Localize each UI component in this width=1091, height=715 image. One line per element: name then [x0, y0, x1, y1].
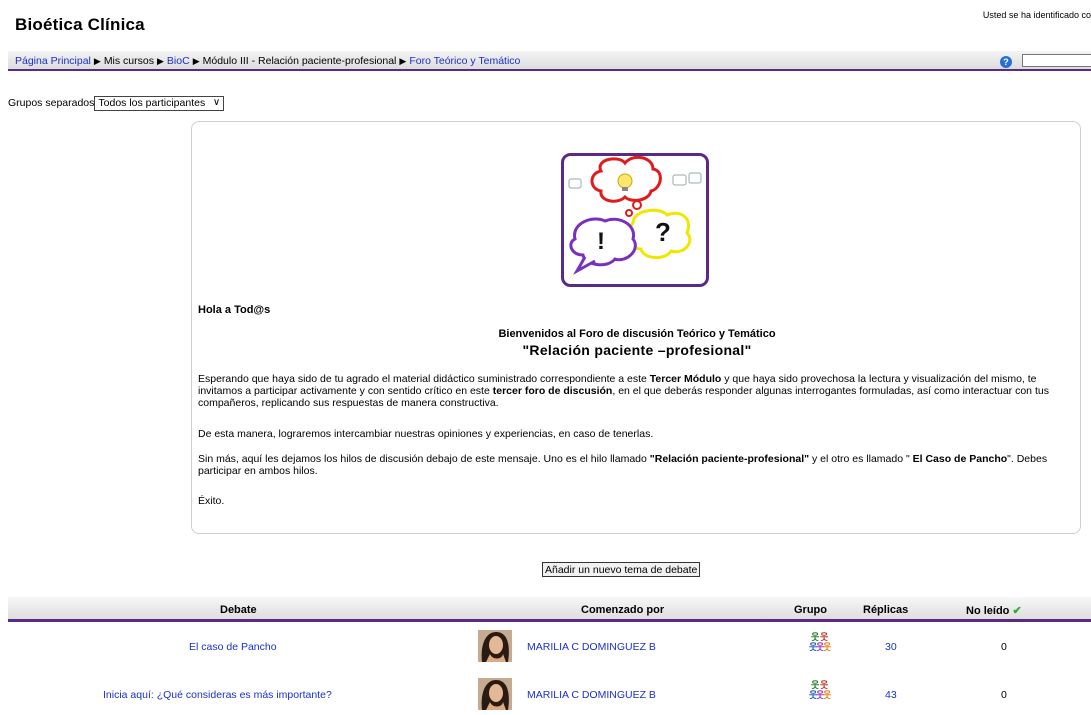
login-info: Usted se ha identificado co	[982, 10, 1091, 20]
svg-text:웃: 웃	[811, 631, 819, 642]
discussion-table-header: Debate Comenzado por Grupo Réplicas No l…	[8, 597, 1091, 622]
topic-title: "Relación paciente –profesional"	[522, 342, 752, 358]
search-input[interactable]	[1022, 54, 1091, 67]
groups-select[interactable]: Todos los participantes ∨	[94, 96, 225, 111]
svg-text:?: ?	[655, 217, 671, 247]
text-bold: "Relación paciente-profesional"	[649, 453, 810, 465]
text-span: Esperando que haya sido de tu agrado el …	[198, 373, 650, 385]
text-span: y el otro es llamado "	[809, 453, 913, 465]
breadcrumb-separator-icon: ▶	[399, 56, 407, 66]
svg-text:웃: 웃	[811, 679, 819, 690]
author-link[interactable]: MARILIA C DOMINGUEZ B	[527, 641, 656, 653]
replies-link[interactable]: 43	[885, 689, 897, 701]
unread-count: 0	[1001, 689, 1007, 701]
svg-text:!: !	[597, 228, 605, 255]
unread-count: 0	[1001, 641, 1007, 653]
author-avatar[interactable]	[478, 630, 512, 662]
discussion-link[interactable]: El caso de Pancho	[189, 641, 277, 653]
intro-paragraph-1: Esperando que haya sido de tu agrado el …	[198, 373, 1073, 409]
author-avatar[interactable]	[478, 678, 512, 710]
header-started-by[interactable]: Comenzado por	[581, 604, 664, 616]
add-discussion-button[interactable]: Añadir un nuevo tema de debate	[542, 562, 701, 577]
text-bold: tercer foro de discusión	[492, 385, 613, 397]
text-bold: El Caso de Pancho	[912, 453, 1008, 465]
breadcrumb: Página Principal ▶ Mis cursos ▶ BioC ▶ Módulo …	[15, 55, 520, 67]
breadcrumb-separator-icon: ▶	[93, 56, 101, 66]
breadcrumb-separator-icon: ▶	[157, 56, 164, 66]
svg-text:웃: 웃	[820, 631, 828, 642]
author-link[interactable]: MARILIA C DOMINGUEZ B	[527, 689, 656, 701]
navbar: Página Principal ▶ Mis cursos ▶ BioC ▶ Módulo …	[8, 51, 1091, 71]
header-group[interactable]: Grupo	[794, 604, 827, 616]
breadcrumb-module: Módulo III - Relación paciente-profesion…	[202, 55, 397, 67]
breadcrumb-forum-link[interactable]: Foro Teórico y Temático	[409, 55, 520, 67]
site-title: Bioética Clínica	[15, 15, 145, 34]
greeting: Hola a Tod@s	[198, 304, 271, 316]
welcome-line: Bienvenidos al Foro de discusión Teórico…	[498, 328, 776, 340]
help-icon[interactable]: ?	[1000, 56, 1012, 68]
breadcrumb-my-courses: Mis cursos	[103, 55, 154, 67]
table-row: Inicia aquí: ¿Qué consideras es más impo…	[8, 678, 1091, 710]
forum-intro-box: ? ! Hola a Tod@s Bienvenidos al Foro de …	[191, 121, 1081, 534]
checkmark-icon: ✔	[1012, 605, 1022, 617]
replies-link[interactable]: 30	[885, 641, 897, 653]
svg-text:웃: 웃	[820, 679, 828, 690]
svg-text:웃: 웃	[823, 641, 831, 652]
header-debate[interactable]: Debate	[220, 604, 257, 616]
breadcrumb-home-link[interactable]: Página Principal	[15, 55, 91, 67]
group-icon[interactable]: 웃웃 웃웃웃	[809, 679, 831, 701]
header-unread[interactable]: No leído ✔	[966, 604, 1022, 617]
groups-select-value: Todos los participantes	[98, 97, 206, 109]
header-unread-label: No leído	[966, 605, 1010, 617]
text-bold: Tercer Módulo	[649, 373, 722, 385]
forum-discussion-image: ? !	[561, 153, 709, 287]
svg-text:웃: 웃	[823, 689, 831, 700]
breadcrumb-separator-icon: ▶	[192, 56, 200, 66]
intro-paragraph-3: Sin más, aquí les dejamos los hilos de d…	[198, 453, 1073, 477]
groups-label: Grupos separados	[8, 97, 95, 109]
intro-paragraph-4: Éxito.	[198, 495, 225, 507]
breadcrumb-course-link[interactable]: BioC	[167, 55, 190, 67]
group-icon[interactable]: 웃웃 웃웃웃	[809, 631, 831, 653]
header-replies[interactable]: Réplicas	[863, 604, 908, 616]
chevron-down-icon: ∨	[212, 97, 221, 108]
discussion-link[interactable]: Inicia aquí: ¿Qué consideras es más impo…	[103, 689, 332, 701]
intro-paragraph-2: De esta manera, lograremos intercambiar …	[198, 428, 654, 440]
text-span: Sin más, aquí les dejamos los hilos de d…	[198, 453, 650, 465]
table-row: El caso de Pancho MARILIA C DOMINGUEZ B …	[8, 630, 1091, 662]
groups-row: Grupos separados Todos los participantes ∨	[8, 96, 225, 111]
